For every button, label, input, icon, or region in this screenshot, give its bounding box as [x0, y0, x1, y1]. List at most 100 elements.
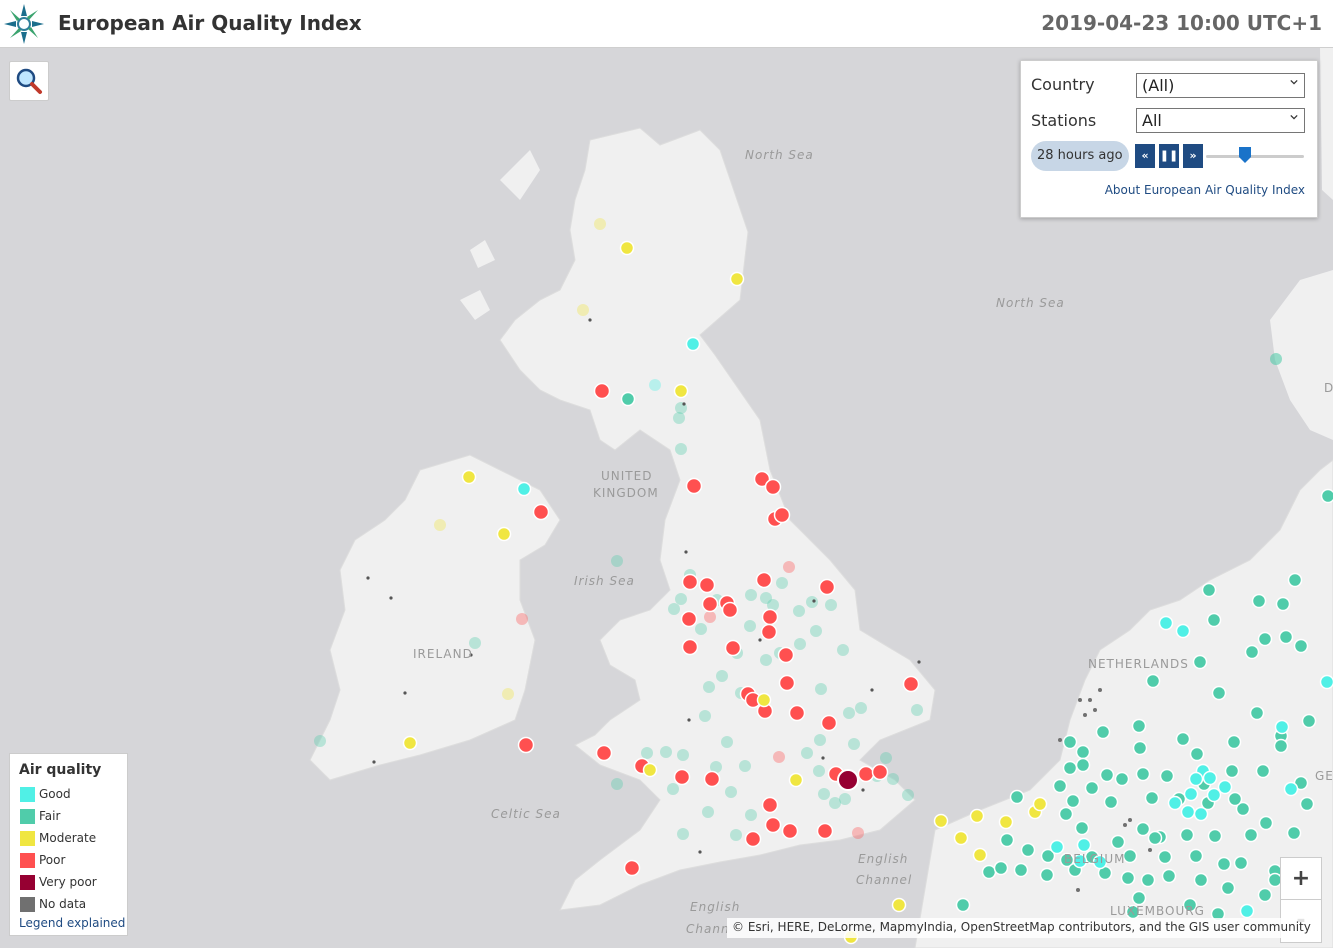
station-marker-faded[interactable] [760, 592, 772, 604]
station-marker[interactable] [721, 601, 739, 619]
station-marker[interactable] [1226, 734, 1242, 750]
station-marker-faded[interactable] [794, 638, 806, 650]
station-marker[interactable] [1207, 828, 1223, 844]
station-marker[interactable] [1201, 582, 1217, 598]
station-marker-faded[interactable] [813, 765, 825, 777]
station-marker[interactable] [1075, 757, 1091, 773]
station-marker[interactable] [1145, 673, 1161, 689]
station-marker[interactable] [1110, 834, 1126, 850]
station-marker-faded[interactable] [783, 561, 795, 573]
station-marker[interactable] [1286, 825, 1302, 841]
station-marker[interactable] [1244, 644, 1260, 660]
station-marker-faded[interactable] [730, 829, 742, 841]
station-marker[interactable] [595, 744, 613, 762]
station-marker[interactable] [1293, 638, 1309, 654]
station-marker[interactable] [1135, 821, 1151, 837]
station-marker[interactable] [998, 814, 1014, 830]
station-marker[interactable] [1206, 612, 1222, 628]
station-marker-faded[interactable] [721, 736, 733, 748]
station-marker[interactable] [461, 469, 477, 485]
station-marker[interactable] [673, 768, 691, 786]
time-slider-track[interactable] [1206, 155, 1304, 158]
station-marker[interactable] [1144, 790, 1160, 806]
station-marker-faded[interactable] [801, 747, 813, 759]
station-marker[interactable] [1188, 771, 1204, 787]
station-marker[interactable] [642, 762, 658, 778]
station-marker-faded[interactable] [611, 778, 623, 790]
station-marker[interactable] [891, 897, 907, 913]
zoom-in-button[interactable]: + [1281, 858, 1321, 900]
station-marker[interactable] [1076, 888, 1080, 892]
station-marker-no-data[interactable] [917, 660, 921, 664]
station-marker[interactable] [1123, 823, 1127, 827]
station-marker[interactable] [1062, 760, 1078, 776]
station-marker[interactable] [1251, 593, 1267, 609]
station-marker-faded[interactable] [434, 519, 446, 531]
station-marker[interactable] [781, 822, 799, 840]
station-marker-faded[interactable] [703, 681, 715, 693]
station-marker-faded[interactable] [702, 806, 714, 818]
station-marker[interactable] [993, 860, 1009, 876]
station-marker-no-data[interactable] [389, 596, 393, 600]
station-marker[interactable] [619, 240, 635, 256]
station-marker[interactable] [1217, 779, 1233, 795]
station-marker[interactable] [1299, 796, 1315, 812]
station-marker[interactable] [1147, 830, 1163, 846]
station-marker[interactable] [1193, 872, 1209, 888]
station-marker[interactable] [1233, 855, 1249, 871]
station-marker-faded[interactable] [716, 670, 728, 682]
station-marker-faded[interactable] [502, 688, 514, 700]
station-marker-faded[interactable] [839, 793, 851, 805]
station-marker[interactable] [820, 714, 838, 732]
station-marker-faded[interactable] [314, 735, 326, 747]
search-button[interactable] [9, 61, 49, 101]
station-marker[interactable] [1189, 746, 1205, 762]
station-marker[interactable] [1049, 839, 1065, 855]
station-marker[interactable] [1083, 713, 1087, 717]
station-marker[interactable] [1202, 770, 1218, 786]
station-marker-faded[interactable] [677, 749, 689, 761]
station-marker-no-data[interactable] [870, 688, 874, 692]
station-marker[interactable] [981, 864, 997, 880]
station-marker-no-data[interactable] [403, 691, 407, 695]
station-marker-faded[interactable] [760, 654, 772, 666]
legend-explained-link[interactable]: Legend explained [19, 916, 125, 930]
station-marker[interactable] [1062, 734, 1078, 750]
station-marker[interactable] [1192, 654, 1208, 670]
station-marker[interactable] [681, 638, 699, 656]
station-marker[interactable] [1075, 744, 1091, 760]
station-marker-no-data[interactable] [821, 756, 825, 760]
station-marker[interactable] [744, 830, 762, 848]
station-marker[interactable] [496, 526, 512, 542]
station-marker-faded[interactable] [577, 304, 589, 316]
station-marker[interactable] [1283, 781, 1299, 797]
station-marker-no-data[interactable] [861, 788, 865, 792]
station-marker[interactable] [788, 772, 804, 788]
station-marker[interactable] [680, 610, 698, 628]
station-marker[interactable] [1098, 688, 1102, 692]
station-marker[interactable] [1161, 868, 1177, 884]
station-marker[interactable] [764, 478, 782, 496]
station-marker-faded[interactable] [814, 734, 826, 746]
station-marker[interactable] [1013, 862, 1029, 878]
station-marker[interactable] [1084, 780, 1100, 796]
station-marker[interactable] [1258, 815, 1274, 831]
station-marker[interactable] [1180, 804, 1196, 820]
station-marker[interactable] [701, 595, 719, 613]
station-marker[interactable] [1120, 870, 1136, 886]
station-marker[interactable] [816, 822, 834, 840]
station-marker-faded[interactable] [673, 412, 685, 424]
station-marker[interactable] [516, 481, 532, 497]
station-marker-faded[interactable] [793, 605, 805, 617]
station-marker[interactable] [933, 813, 949, 829]
station-marker[interactable] [1206, 787, 1222, 803]
station-marker[interactable] [969, 808, 985, 824]
station-marker-faded[interactable] [1270, 353, 1282, 365]
station-marker-faded[interactable] [848, 738, 860, 750]
station-marker[interactable] [673, 383, 689, 399]
station-marker[interactable] [1319, 674, 1333, 690]
station-marker[interactable] [703, 770, 721, 788]
station-marker[interactable] [1249, 705, 1265, 721]
station-marker-faded[interactable] [594, 218, 606, 230]
pause-button[interactable]: ❚❚ [1159, 144, 1179, 168]
